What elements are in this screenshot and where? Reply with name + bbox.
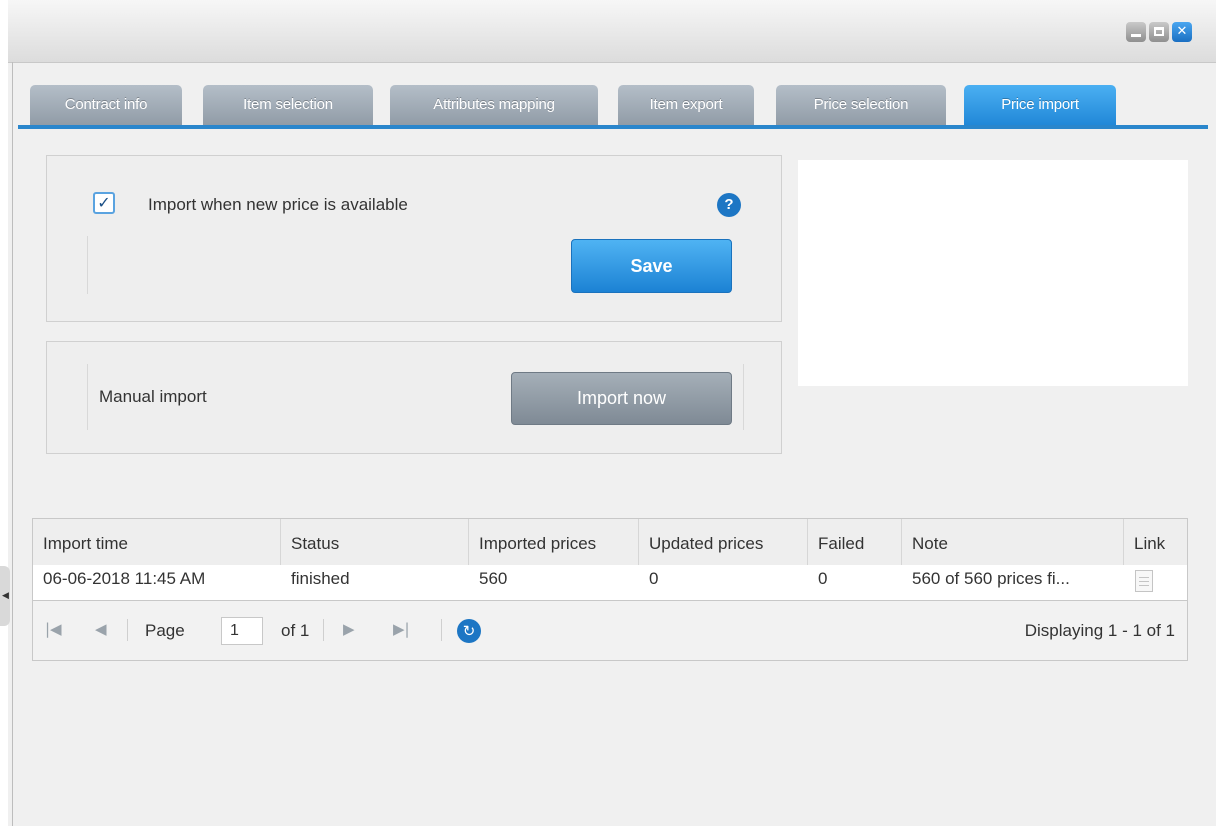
save-button[interactable]: Save <box>571 239 732 293</box>
close-icon: ✕ <box>1176 24 1188 39</box>
divider <box>323 619 324 641</box>
manual-import-panel: Manual import Import now <box>46 341 782 454</box>
cell-import-time: 06-06-2018 11:45 AM <box>43 569 206 588</box>
collapse-arrow-icon: ◀ <box>2 590 9 600</box>
import-now-button[interactable]: Import now <box>511 372 732 425</box>
cell-note: 560 of 560 prices fi... <box>912 569 1070 588</box>
import-history-grid: Import time Status Imported prices Updat… <box>32 518 1188 661</box>
auto-import-panel: ✓ Import when new price is available ? S… <box>46 155 782 322</box>
collapse-handle[interactable]: ◀ <box>0 566 10 626</box>
page-number-input[interactable] <box>221 617 263 645</box>
left-border <box>12 62 13 826</box>
first-page-icon[interactable]: |◀ <box>45 620 62 638</box>
tab-underline <box>18 125 1208 129</box>
tab-contract-info[interactable]: Contract info <box>30 85 182 127</box>
divider <box>87 364 88 430</box>
maximize-button[interactable] <box>1149 22 1169 42</box>
grid-header: Import time Status Imported prices Updat… <box>33 519 1187 566</box>
cell-status: finished <box>291 569 350 588</box>
column-header-note[interactable]: Note <box>902 519 1124 565</box>
tab-price-selection[interactable]: Price selection <box>776 85 946 127</box>
column-header-link[interactable]: Link <box>1124 519 1187 565</box>
import-auto-label: Import when new price is available <box>148 195 408 214</box>
cell-updated-prices: 0 <box>649 569 659 588</box>
minimize-button[interactable] <box>1126 22 1146 42</box>
divider <box>127 619 128 641</box>
display-info: Displaying 1 - 1 of 1 <box>1024 621 1175 640</box>
close-button[interactable]: ✕ <box>1172 22 1192 42</box>
cell-failed: 0 <box>818 569 828 588</box>
next-page-icon[interactable]: ▶ <box>343 620 355 638</box>
table-row[interactable]: 06-06-2018 11:45 AM finished 560 0 0 560… <box>33 565 1187 601</box>
page-label: Page <box>145 621 185 640</box>
column-header-import-time[interactable]: Import time <box>33 519 281 565</box>
document-icon[interactable] <box>1135 570 1153 592</box>
divider <box>87 236 88 294</box>
last-page-icon[interactable]: ▶| <box>393 620 410 638</box>
column-header-imported-prices[interactable]: Imported prices <box>469 519 639 565</box>
title-bar: ✕ <box>8 0 1216 63</box>
prev-page-icon[interactable]: ◀ <box>95 620 107 638</box>
column-header-failed[interactable]: Failed <box>808 519 902 565</box>
divider <box>441 619 442 641</box>
tab-item-selection[interactable]: Item selection <box>203 85 373 127</box>
import-auto-checkbox[interactable]: ✓ <box>93 192 115 214</box>
minimize-icon <box>1131 34 1141 37</box>
tab-price-import[interactable]: Price import <box>964 85 1116 127</box>
manual-import-label: Manual import <box>99 387 207 406</box>
divider <box>743 364 744 430</box>
maximize-icon <box>1154 27 1164 36</box>
refresh-icon[interactable]: ↻ <box>457 619 481 643</box>
info-panel <box>798 160 1188 386</box>
column-header-updated-prices[interactable]: Updated prices <box>639 519 808 565</box>
help-icon[interactable]: ? <box>717 193 741 217</box>
page-count-label: of 1 <box>281 621 310 640</box>
pagination-toolbar: |◀ ◀ Page of 1 ▶ ▶| ↻ Displaying 1 - 1 o… <box>33 601 1187 660</box>
cell-imported-prices: 560 <box>479 569 508 588</box>
tab-item-export[interactable]: Item export <box>618 85 754 127</box>
tab-attributes-mapping[interactable]: Attributes mapping <box>390 85 598 127</box>
column-header-status[interactable]: Status <box>281 519 469 565</box>
